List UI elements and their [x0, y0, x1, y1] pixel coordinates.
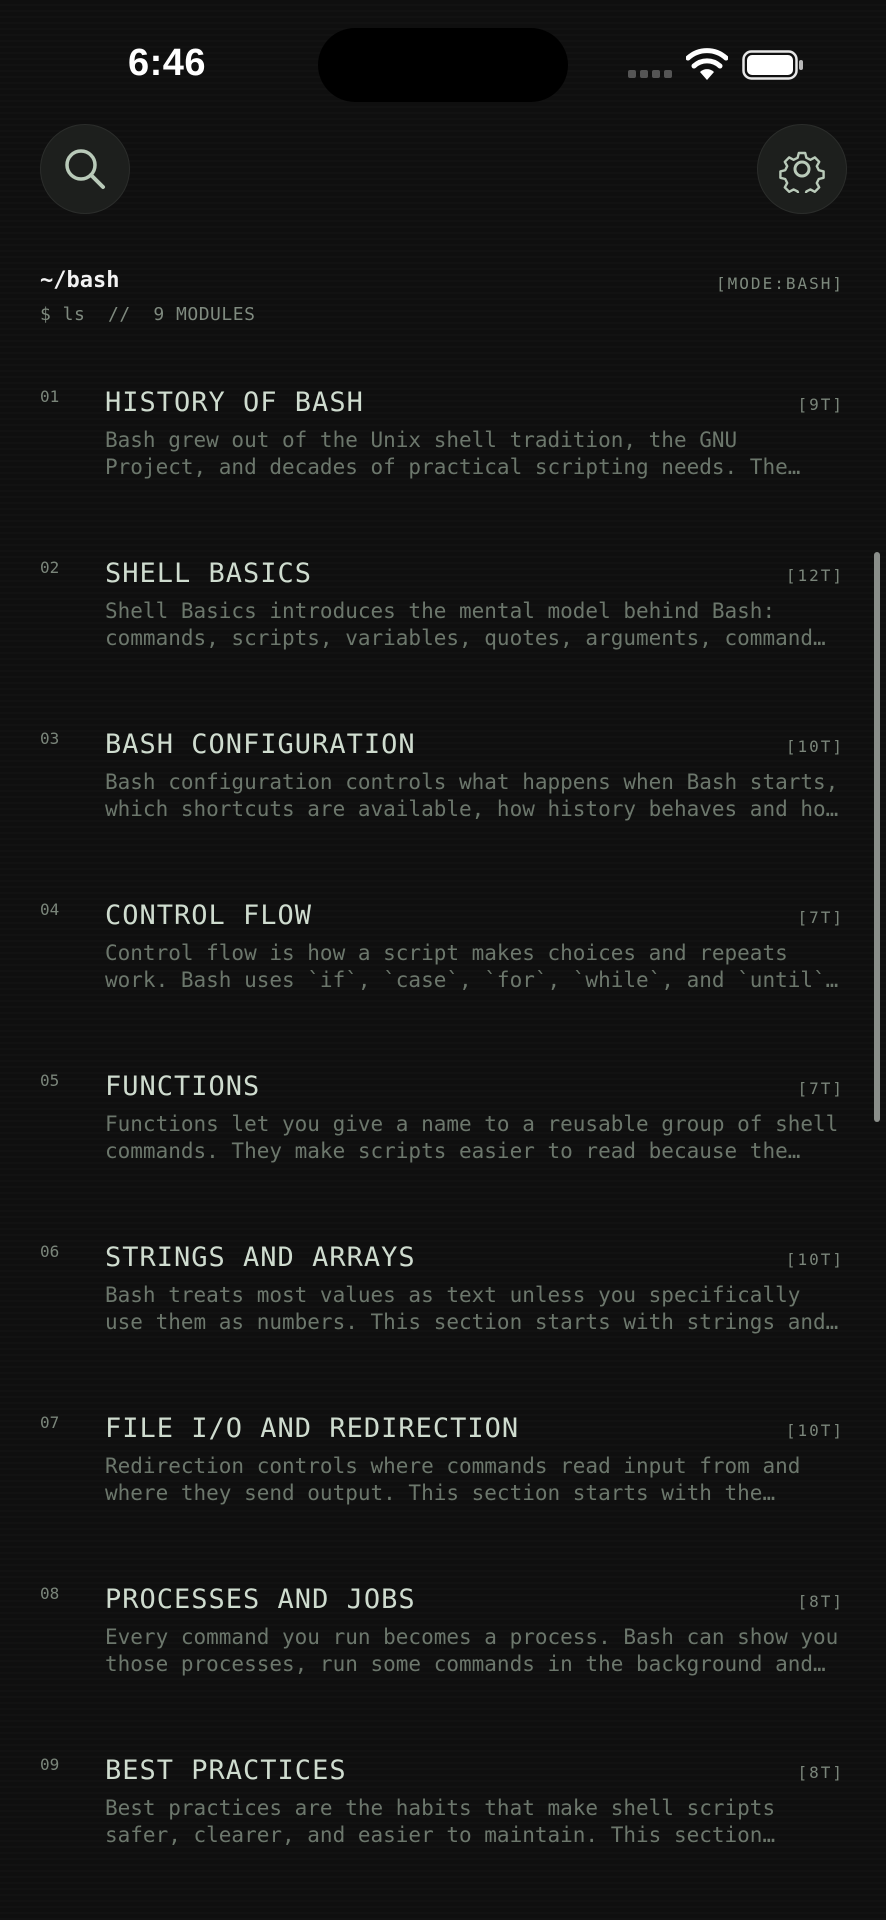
status-bar: 6:46 — [0, 0, 886, 110]
module-count: [9T] — [797, 395, 844, 414]
module-number: 02 — [40, 558, 60, 577]
module-number: 06 — [40, 1242, 60, 1261]
module-item[interactable]: 06 STRINGS AND ARRAYS [10T] Bash treats … — [0, 1242, 886, 1392]
module-item[interactable]: 01 HISTORY OF BASH [9T] Bash grew out of… — [0, 387, 886, 537]
mode-indicator: [MODE:BASH] — [716, 274, 844, 293]
wifi-icon — [686, 48, 728, 80]
module-title: BEST PRACTICES — [105, 1755, 347, 1786]
module-number: 03 — [40, 729, 60, 748]
module-count: [12T] — [785, 566, 844, 585]
module-description: Shell Basics introduces the mental model… — [105, 599, 814, 650]
module-number: 04 — [40, 900, 60, 919]
module-item[interactable]: 05 FUNCTIONS [7T] Functions let you give… — [0, 1071, 886, 1221]
status-time: 6:46 — [128, 42, 207, 84]
module-description: Bash treats most values as text unless y… — [105, 1283, 826, 1334]
module-item[interactable]: 09 BEST PRACTICES [8T] Best practices ar… — [0, 1755, 886, 1905]
module-description: Control flow is how a script makes choic… — [105, 941, 826, 992]
module-title: HISTORY OF BASH — [105, 387, 364, 418]
module-title: FUNCTIONS — [105, 1071, 261, 1102]
module-count: [7T] — [797, 908, 844, 927]
module-count: [8T] — [797, 1592, 844, 1611]
module-item[interactable]: 03 BASH CONFIGURATION [10T] Bash configu… — [0, 729, 886, 879]
module-description: Redirection controls where commands read… — [105, 1454, 801, 1505]
dynamic-island — [318, 28, 568, 102]
current-path: ~/bash — [40, 268, 120, 293]
module-title: CONTROL FLOW — [105, 900, 313, 931]
battery-icon — [742, 50, 803, 80]
module-count: [10T] — [785, 737, 844, 756]
module-title: FILE I/O AND REDIRECTION — [105, 1413, 520, 1444]
gear-icon — [779, 151, 825, 193]
module-title: BASH CONFIGURATION — [105, 729, 416, 760]
module-item[interactable]: 07 FILE I/O AND REDIRECTION [10T] Redire… — [0, 1413, 886, 1563]
module-item[interactable]: 08 PROCESSES AND JOBS [8T] Every command… — [0, 1584, 886, 1734]
search-icon — [65, 149, 105, 189]
module-count: [8T] — [797, 1763, 844, 1782]
module-item[interactable]: 02 SHELL BASICS [12T] Shell Basics intro… — [0, 558, 886, 708]
scrollbar[interactable] — [874, 552, 880, 1122]
module-number: 05 — [40, 1071, 60, 1090]
module-description: Every command you run becomes a process.… — [105, 1625, 839, 1676]
module-number: 01 — [40, 387, 60, 406]
search-button[interactable] — [40, 124, 130, 214]
module-title: STRINGS AND ARRAYS — [105, 1242, 416, 1273]
module-count: [10T] — [785, 1250, 844, 1269]
module-number: 09 — [40, 1755, 60, 1774]
cellular-signal-icon — [628, 70, 674, 78]
module-title: SHELL BASICS — [105, 558, 313, 589]
command-line: $ ls // 9 MODULES — [40, 304, 256, 325]
module-description: Bash configuration controls what happens… — [105, 770, 839, 821]
module-description: Bash grew out of the Unix shell traditio… — [105, 428, 788, 479]
module-item[interactable]: 04 CONTROL FLOW [7T] Control flow is how… — [0, 900, 886, 1050]
module-description: Functions let you give a name to a reusa… — [105, 1112, 839, 1163]
module-number: 08 — [40, 1584, 60, 1603]
module-count: [10T] — [785, 1421, 844, 1440]
module-number: 07 — [40, 1413, 60, 1432]
module-description: Best practices are the habits that make … — [105, 1796, 776, 1847]
settings-button[interactable] — [757, 124, 847, 214]
module-count: [7T] — [797, 1079, 844, 1098]
module-title: PROCESSES AND JOBS — [105, 1584, 416, 1615]
